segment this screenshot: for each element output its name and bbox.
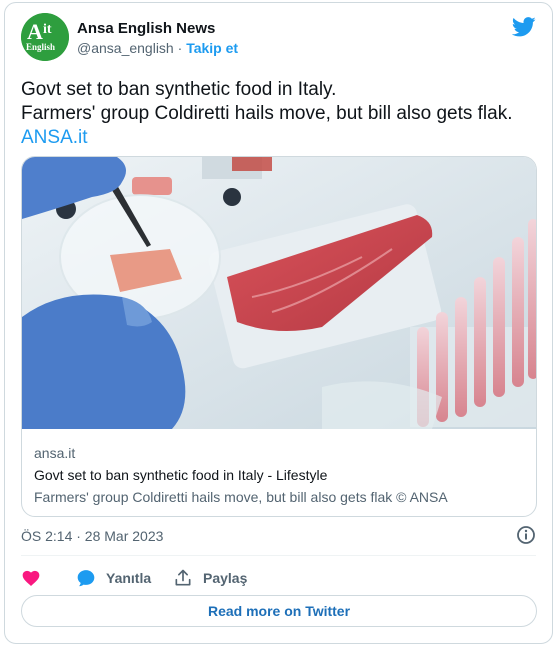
link-card-domain: ansa.it [34, 445, 76, 461]
link-card-title: Govt set to ban synthetic food in Italy … [34, 467, 328, 483]
author-handle[interactable]: @ansa_english [77, 40, 174, 56]
twitter-bird-icon[interactable] [512, 17, 536, 37]
divider [21, 555, 536, 556]
tweet-link[interactable]: ANSA.it [21, 126, 541, 150]
svg-text:it: it [43, 22, 52, 37]
svg-text:A: A [27, 19, 43, 44]
share-label: Paylaş [203, 570, 248, 586]
tweet-timestamp[interactable]: ÖS 2:14 · 28 Mar 2023 [21, 528, 163, 544]
tweet-text: Govt set to ban synthetic food in Italy.… [21, 78, 541, 150]
link-card-meta: ansa.it Govt set to ban synthetic food i… [34, 443, 530, 507]
follow-button[interactable]: Takip et [186, 40, 238, 56]
tweet-line-2: Farmers' group Coldiretti hails move, bu… [21, 103, 513, 124]
reply-button[interactable]: Yanıtla [76, 566, 151, 590]
share-button[interactable]: Paylaş [173, 566, 247, 590]
reply-label: Yanıtla [106, 570, 152, 586]
link-card-description: Farmers' group Coldiretti hails move, bu… [34, 489, 448, 505]
author-name[interactable]: Ansa English News [77, 20, 215, 37]
reply-bubble-icon [77, 570, 95, 587]
meta-separator: · [177, 40, 183, 56]
tweet-line-1: Govt set to ban synthetic food in Italy. [21, 79, 337, 100]
svg-text:English: English [26, 42, 55, 52]
ansa-logo: A it English [21, 13, 69, 61]
article-photo [22, 157, 536, 429]
link-preview-card[interactable]: ansa.it Govt set to ban synthetic food i… [21, 156, 537, 517]
share-icon [175, 569, 191, 586]
like-button[interactable] [21, 566, 41, 590]
info-icon[interactable] [516, 525, 536, 545]
read-more-button[interactable]: Read more on Twitter [21, 595, 537, 627]
author-meta: @ansa_english · Takip et [77, 40, 238, 56]
tweet-card: A it English Ansa English News @ansa_eng… [4, 2, 553, 644]
heart-icon [22, 570, 40, 586]
author-avatar[interactable]: A it English [21, 13, 69, 61]
